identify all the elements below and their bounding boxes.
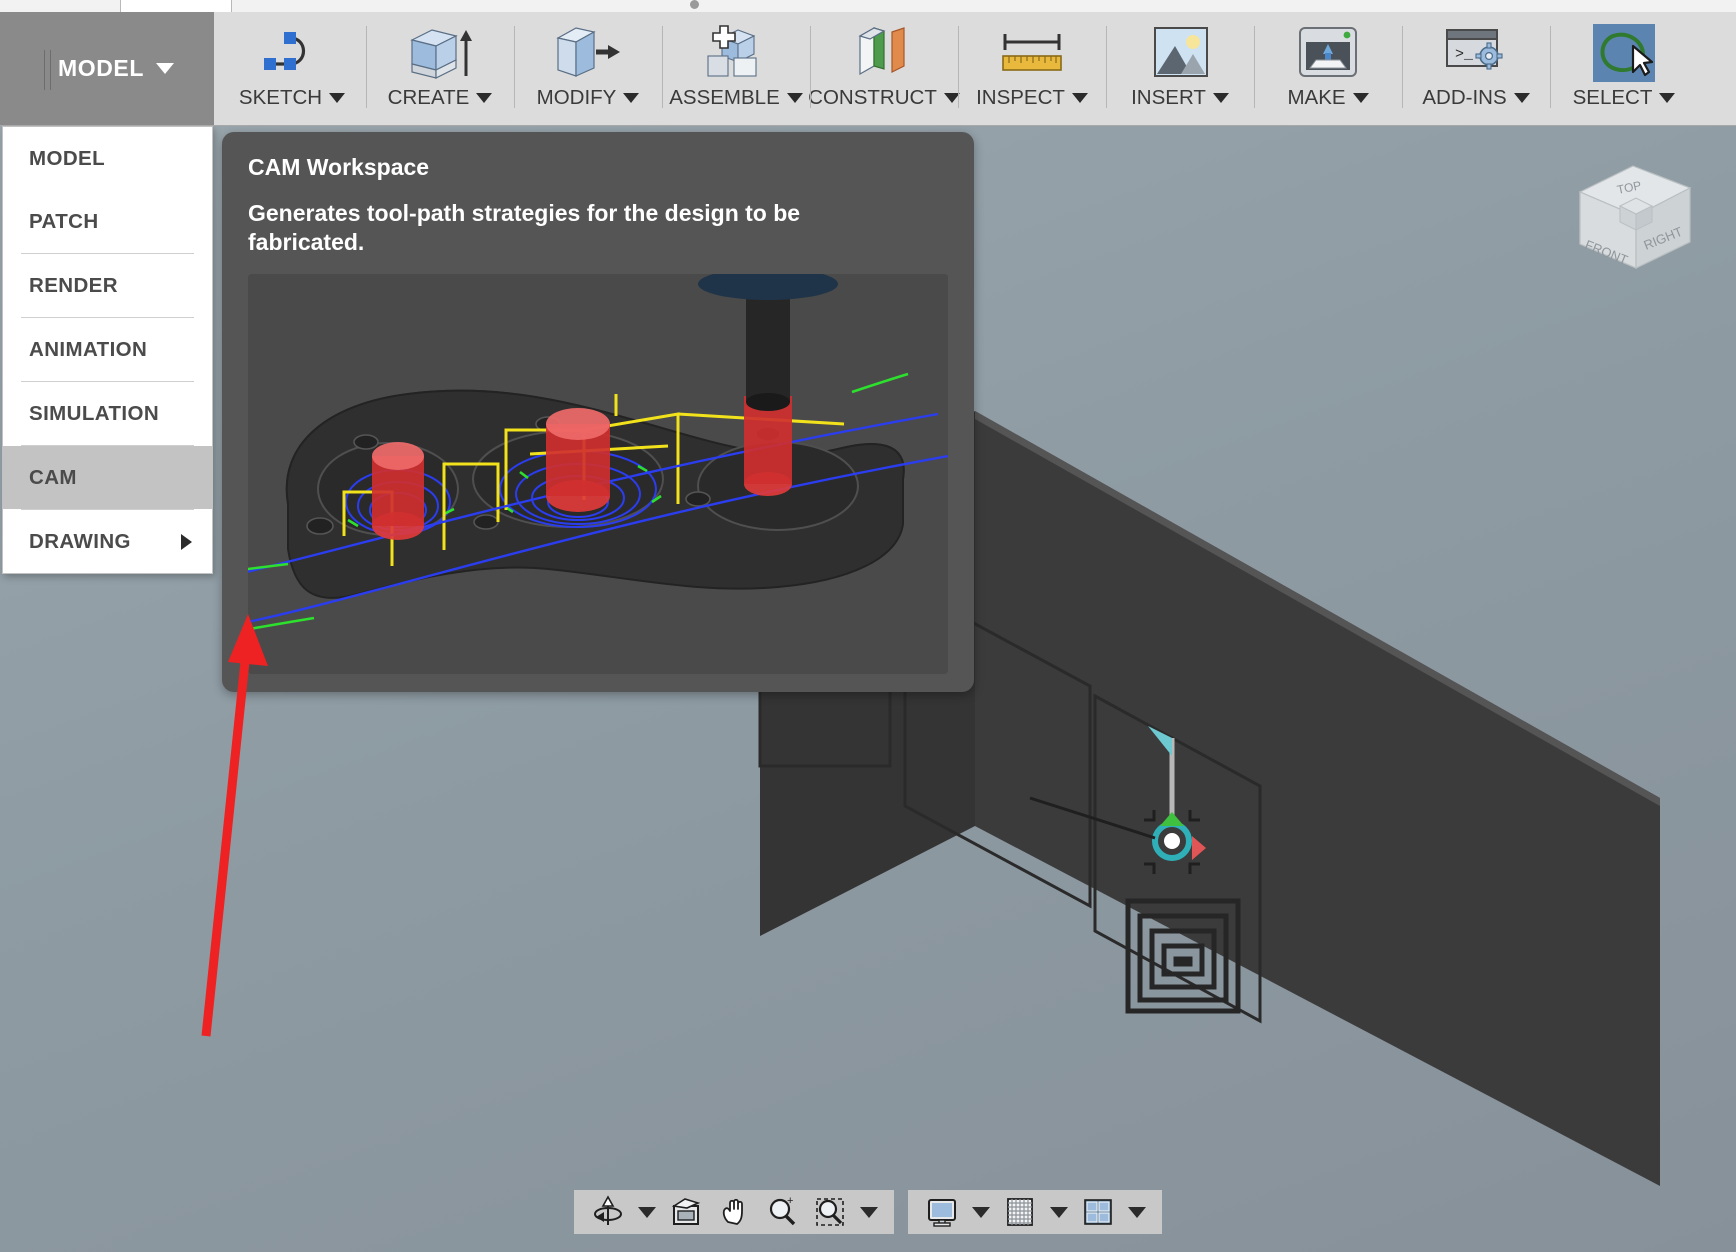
ribbon-tab-inspect[interactable]: INSPECT [958, 12, 1106, 125]
new-component-icon [698, 22, 774, 84]
zoom-icon[interactable]: + [760, 1192, 804, 1232]
ribbon-tab-assemble[interactable]: ASSEMBLE [662, 12, 810, 125]
orbit-dropdown-caret[interactable] [634, 1192, 660, 1232]
display-dropdown-caret[interactable] [968, 1192, 994, 1232]
insert-image-icon [1145, 22, 1215, 84]
chevron-down-icon [1352, 93, 1369, 103]
navigation-group: + [574, 1190, 894, 1234]
status-dot-icon [690, 0, 699, 9]
ribbon-tab-insert[interactable]: INSERT [1106, 12, 1254, 125]
press-pull-box-icon [550, 22, 626, 84]
menu-item-animation[interactable]: ANIMATION [3, 318, 212, 381]
menu-item-patch[interactable]: PATCH [3, 190, 212, 253]
chevron-down-icon [1128, 1206, 1146, 1218]
ribbon-tab-select[interactable]: SELECT [1550, 12, 1698, 125]
ribbon-tab-insert-label: INSERT [1131, 86, 1229, 110]
look-at-icon[interactable] [664, 1192, 708, 1232]
ribbon-panels: SKETCH CREATE MODIFY ASSEMBLE CONSTRUCT … [214, 12, 1736, 125]
cam-toolpath-preview-image [248, 273, 948, 674]
chevron-down-icon [786, 93, 803, 103]
ribbon-tab-sketch[interactable]: SKETCH [218, 12, 366, 125]
chevron-down-icon [1513, 93, 1530, 103]
chevron-down-icon [329, 93, 346, 103]
drag-grip-icon [44, 50, 54, 90]
tooltip-title: CAM Workspace [248, 154, 430, 180]
orbit-icon[interactable] [586, 1192, 630, 1232]
tooltip-description: Generates tool-path strategies for the d… [248, 200, 801, 256]
chevron-down-icon [1050, 1206, 1068, 1218]
3d-print-icon [1292, 22, 1364, 84]
chevron-down-icon [156, 63, 175, 74]
menu-item-label: SIMULATION [29, 401, 160, 425]
menu-item-label: MODEL [29, 146, 106, 170]
menu-item-label: CAM [29, 465, 77, 489]
ribbon-tab-make-label: MAKE [1287, 86, 1369, 110]
zoom-dropdown-caret[interactable] [856, 1192, 882, 1232]
menu-item-model[interactable]: MODEL [3, 127, 212, 190]
grid-dropdown-caret[interactable] [1046, 1192, 1072, 1232]
ribbon-tab-construct-label: CONSTRUCT [808, 86, 960, 110]
display-settings-icon[interactable] [920, 1192, 964, 1232]
ribbon-tab-select-label: SELECT [1573, 86, 1676, 110]
ribbon-tab-sketch-label: SKETCH [239, 86, 346, 110]
svg-text:+: + [787, 1195, 793, 1207]
spline-curve-icon [256, 22, 328, 84]
chevron-down-icon [623, 93, 640, 103]
ribbon-tab-create-label: CREATE [388, 86, 493, 110]
zoom-window-icon[interactable] [808, 1192, 852, 1232]
ribbon-tab-add-ins-label: ADD-INS [1422, 86, 1530, 110]
ribbon-tab-modify-label: MODIFY [537, 86, 640, 110]
view-cube[interactable]: TOP FRONT RIGHT [1558, 144, 1708, 284]
workspace-dropdown-menu[interactable]: MODEL PATCH RENDER ANIMATION SIMULATION … [2, 126, 213, 574]
display-group [908, 1190, 1162, 1234]
menu-item-label: ANIMATION [29, 337, 148, 361]
pan-hand-icon[interactable] [712, 1192, 756, 1232]
chevron-down-icon [1212, 93, 1229, 103]
layout-dropdown-caret[interactable] [1124, 1192, 1150, 1232]
ribbon-tab-make[interactable]: MAKE [1254, 12, 1402, 125]
workspace-switcher-button[interactable]: MODEL [0, 12, 214, 125]
chevron-down-icon [476, 93, 493, 103]
chevron-down-icon [972, 1206, 990, 1218]
menu-item-simulation[interactable]: SIMULATION [3, 382, 212, 445]
menu-item-label: PATCH [29, 209, 99, 233]
svg-text:>_: >_ [1455, 46, 1474, 63]
menu-item-label: RENDER [29, 273, 118, 297]
navigation-toolbar: + [0, 1190, 1736, 1234]
document-tab[interactable] [120, 0, 232, 12]
viewport-layout-icon[interactable] [1076, 1192, 1120, 1232]
chevron-down-icon [1659, 93, 1676, 103]
canvas-viewport[interactable]: TOP FRONT RIGHT MODEL PATCH RENDER ANIMA… [0, 126, 1736, 1252]
ribbon-tab-modify[interactable]: MODIFY [514, 12, 662, 125]
ruler-measure-icon [993, 22, 1071, 84]
ribbon-toolbar: MODEL SKETCH CREATE MODIFY ASSEMBLE CONS… [0, 12, 1736, 126]
workspace-tooltip: CAM Workspace Generates tool-path strate… [222, 132, 974, 692]
chevron-down-icon [1071, 93, 1088, 103]
menu-item-label: DRAWING [29, 529, 131, 553]
menu-item-render[interactable]: RENDER [3, 254, 212, 317]
ribbon-tab-construct[interactable]: CONSTRUCT [808, 12, 960, 125]
grid-snap-icon[interactable] [998, 1192, 1042, 1232]
workspace-switcher-label: MODEL [57, 55, 145, 81]
ribbon-tab-add-ins[interactable]: >_ ADD-INS [1402, 12, 1550, 125]
extrude-box-icon [402, 22, 478, 84]
ribbon-tab-create[interactable]: CREATE [366, 12, 514, 125]
script-gear-icon: >_ [1439, 22, 1513, 84]
chevron-down-icon [638, 1206, 656, 1218]
ribbon-tab-assemble-label: ASSEMBLE [669, 86, 803, 110]
chevron-down-icon [860, 1206, 878, 1218]
ribbon-tab-inspect-label: INSPECT [976, 86, 1088, 110]
lasso-select-icon [1591, 22, 1657, 84]
chevron-right-icon [181, 533, 192, 550]
construct-plane-icon [846, 22, 922, 84]
menu-item-cam[interactable]: CAM [3, 446, 212, 509]
menu-item-drawing[interactable]: DRAWING [3, 510, 212, 573]
